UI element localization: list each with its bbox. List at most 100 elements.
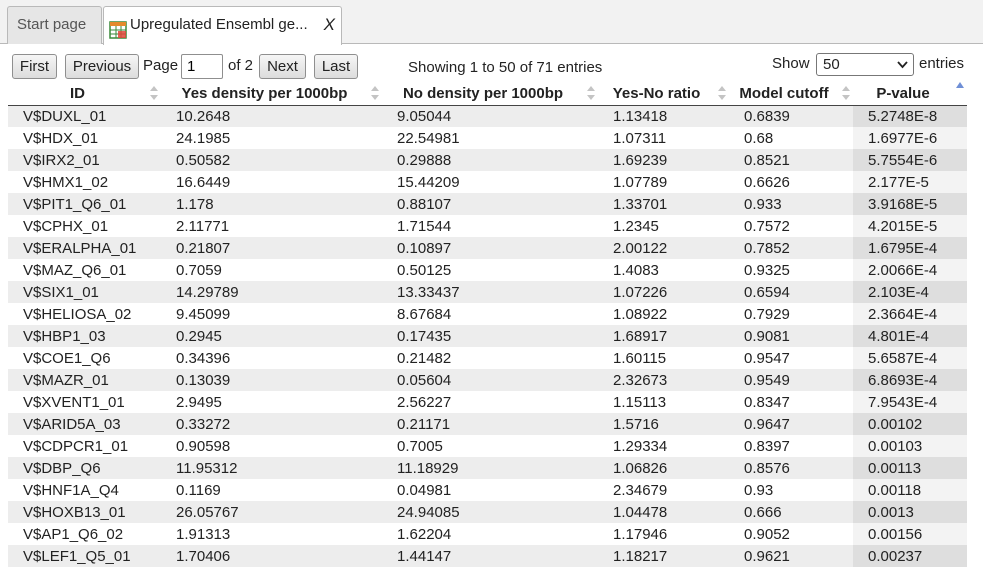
table-row[interactable]: V$ERALPHA_01 0.21807 0.10897 2.00122 0.7852 1… xyxy=(8,237,967,259)
entries-per-page-select[interactable]: 50 xyxy=(816,53,914,76)
table-row[interactable]: V$AP1_Q6_02 1.91313 1.62204 1.17946 0.9052 0.… xyxy=(8,523,967,545)
table-cell: 1.04478 xyxy=(598,501,729,523)
table-cell: 0.7059 xyxy=(176,261,222,279)
tab-start-page[interactable]: Start page xyxy=(7,6,102,44)
table-cell: 0.9081 xyxy=(729,325,853,347)
table-cell: 11.95312 xyxy=(161,457,382,479)
table-cell: 6.8693E-4 xyxy=(853,369,967,391)
table-row[interactable]: V$XVENT1_01 2.9495 2.56227 1.15113 0.8347 7.9… xyxy=(8,391,967,413)
table-cell: 0.8521 xyxy=(729,149,853,171)
table-cell: 0.00118 xyxy=(853,479,967,501)
table-cell: 2.103E-4 xyxy=(853,281,967,303)
table-cell: 5.2748E-8 xyxy=(853,105,967,127)
page-number-input[interactable] xyxy=(181,54,223,79)
table-row[interactable]: V$ARID5A_03 0.33272 0.21171 1.5716 0.9647 0.0… xyxy=(8,413,967,435)
table-cell: 1.08922 xyxy=(613,305,668,323)
table-cell: 0.05604 xyxy=(382,369,598,391)
entries-label: entries xyxy=(919,55,965,72)
column-header-p-value[interactable]: P-value xyxy=(853,81,967,106)
first-page-button[interactable]: First xyxy=(12,54,57,79)
table-cell: 4.2015E-5 xyxy=(853,215,967,237)
column-header-yes-no-ratio[interactable]: Yes-No ratio xyxy=(598,82,729,106)
table-cell: 0.13039 xyxy=(161,369,382,391)
table-cell: 0.90598 xyxy=(176,437,231,455)
table-cell: 9.45099 xyxy=(176,305,231,323)
table-icon xyxy=(109,17,127,39)
table-cell: 1.06826 xyxy=(598,457,729,479)
table-cell: 0.0013 xyxy=(853,501,967,523)
table-cell: V$HMX1_02 xyxy=(23,173,109,191)
table-cell: 0.50582 xyxy=(161,149,382,171)
table-cell: 1.17946 xyxy=(613,525,668,543)
column-header-yes-density[interactable]: Yes density per 1000bp xyxy=(161,82,382,106)
table-cell: 0.00113 xyxy=(853,457,967,479)
table-cell: 0.7572 xyxy=(744,217,790,235)
table-row[interactable]: V$LEF1_Q5_01 1.70406 1.44147 1.18217 0.9621 0… xyxy=(8,545,967,567)
table-row[interactable]: V$CPHX_01 2.11771 1.71544 1.2345 0.7572 4.201… xyxy=(8,215,967,237)
table-cell: V$MAZ_Q6_01 xyxy=(23,261,127,279)
table-row[interactable]: V$HBP1_03 0.2945 0.17435 1.68917 0.9081 4.801… xyxy=(8,325,967,347)
table-cell: 0.17435 xyxy=(382,325,598,347)
table-cell: 2.3664E-4 xyxy=(853,303,967,325)
table-row[interactable]: V$MAZR_01 0.13039 0.05604 2.32673 0.9549 6.86… xyxy=(8,369,967,391)
table-cell: V$MAZR_01 xyxy=(8,369,161,391)
column-header-label: Yes density per 1000bp xyxy=(181,84,348,102)
table-row[interactable]: V$MAZ_Q6_01 0.7059 0.50125 1.4083 0.9325 2.00… xyxy=(8,259,967,281)
table-cell: V$LEF1_Q5_01 xyxy=(8,545,161,567)
table-row[interactable]: V$PIT1_Q6_01 1.178 0.88107 1.33701 0.933 3.91… xyxy=(8,193,967,215)
table-cell: 5.6587E-4 xyxy=(853,347,967,369)
table-cell: 1.6977E-6 xyxy=(853,127,967,149)
column-header-label: No density per 1000bp xyxy=(402,84,564,102)
table-row[interactable]: V$HMX1_02 16.6449 15.44209 1.07789 0.6626 2.1… xyxy=(8,171,967,193)
table-row[interactable]: V$HNF1A_Q4 0.1169 0.04981 2.34679 0.93 0.0011… xyxy=(8,479,967,501)
table-row[interactable]: V$DUXL_01 10.2648 9.05044 1.13418 0.6839 5.27… xyxy=(8,105,967,127)
last-page-button[interactable]: Last xyxy=(314,54,358,79)
table-cell: 13.33437 xyxy=(382,281,598,303)
table-cell: 0.00156 xyxy=(853,523,967,545)
table-cell: 1.15113 xyxy=(613,393,667,411)
table-row[interactable]: V$SIX1_01 14.29789 13.33437 1.07226 0.6594 2.… xyxy=(8,281,967,303)
table-cell: 1.6795E-4 xyxy=(853,237,967,259)
table-cell: 1.13418 xyxy=(598,105,729,127)
table-cell: V$COE1_Q6 xyxy=(23,349,111,367)
table-row[interactable]: V$HOXB13_01 26.05767 24.94085 1.04478 0.666 0… xyxy=(8,501,967,523)
table-cell: 2.34679 xyxy=(613,481,668,499)
table-row[interactable]: V$CDPCR1_01 0.90598 0.7005 1.29334 0.8397 0.0… xyxy=(8,435,967,457)
page-count-label: of 2 xyxy=(228,57,254,74)
sort-icon xyxy=(149,85,159,101)
table-cell: 0.21482 xyxy=(397,349,452,367)
table-cell: 0.6626 xyxy=(744,173,790,191)
table-cell: 8.67684 xyxy=(397,305,452,323)
previous-page-button[interactable]: Previous xyxy=(65,54,139,79)
table-cell: 0.21171 xyxy=(382,413,598,435)
table-cell: 1.4083 xyxy=(613,261,659,279)
table-cell: 0.9549 xyxy=(729,369,853,391)
table-cell: 24.1985 xyxy=(176,129,231,147)
entries-info: Showing 1 to 50 of 71 entries xyxy=(408,59,603,76)
table-cell: 0.9647 xyxy=(729,413,853,435)
sort-icon xyxy=(586,85,596,101)
table-cell: V$HBP1_03 xyxy=(8,325,161,347)
show-label: Show xyxy=(772,55,810,72)
tab-upregulated-ensembl[interactable]: Upregulated Ensembl ge... X xyxy=(103,6,342,45)
next-page-button[interactable]: Next xyxy=(259,54,306,79)
table-cell: 2.11771 xyxy=(176,217,230,235)
table-cell: 1.33701 xyxy=(598,193,729,215)
table-row[interactable]: V$COE1_Q6 0.34396 0.21482 1.60115 0.9547 5.65… xyxy=(8,347,967,369)
table-row[interactable]: V$HDX_01 24.1985 22.54981 1.07311 0.68 1.6977… xyxy=(8,127,967,149)
table-row[interactable]: V$IRX2_01 0.50582 0.29888 1.69239 0.8521 5.75… xyxy=(8,149,967,171)
table-row[interactable]: V$HELIOSA_02 9.45099 8.67684 1.08922 0.7929 2… xyxy=(8,303,967,325)
column-header-id[interactable]: ID xyxy=(8,82,161,106)
column-header-model-cutoff[interactable]: Model cutoff xyxy=(729,82,853,106)
sort-icon xyxy=(841,85,851,101)
table-cell: 1.70406 xyxy=(161,545,382,567)
table-cell: 1.5716 xyxy=(598,413,729,435)
chevron-down-icon xyxy=(897,54,908,81)
table-cell: 10.2648 xyxy=(161,105,382,127)
table-cell: 0.8347 xyxy=(744,393,790,411)
column-header-no-density[interactable]: No density per 1000bp xyxy=(382,82,598,106)
table-cell: 0.00237 xyxy=(853,545,967,567)
sort-ascending-icon xyxy=(955,81,965,97)
close-icon[interactable]: X xyxy=(324,7,335,43)
table-row[interactable]: V$DBP_Q6 11.95312 11.18929 1.06826 0.8576 0.0… xyxy=(8,457,967,479)
